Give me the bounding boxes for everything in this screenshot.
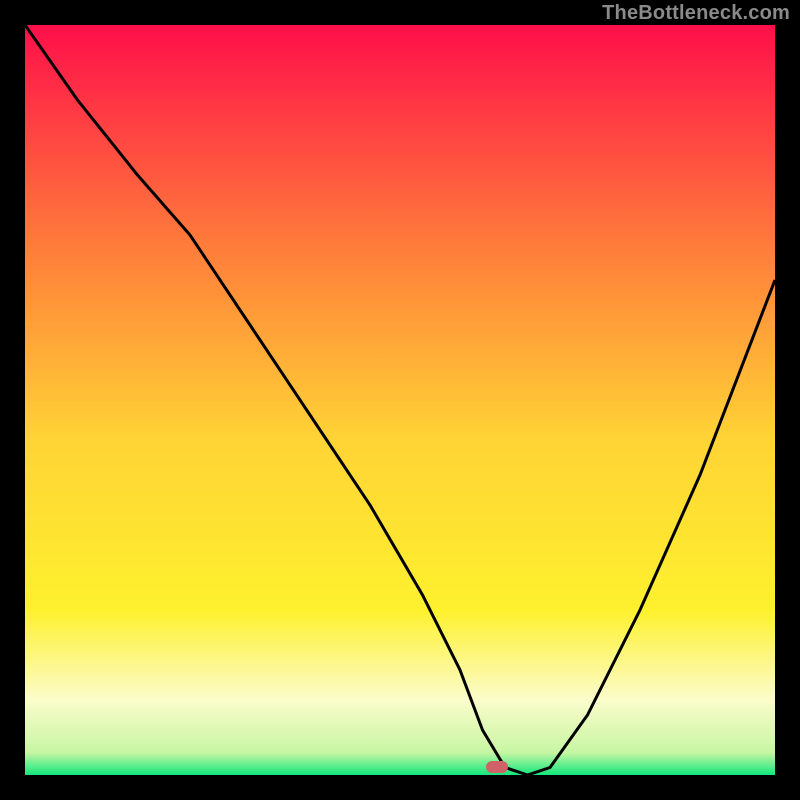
optimal-point-marker [486,761,508,773]
plot-area [25,25,775,775]
watermark-text: TheBottleneck.com [602,2,790,25]
chart-frame: TheBottleneck.com [0,0,800,800]
bottleneck-curve [25,25,775,775]
